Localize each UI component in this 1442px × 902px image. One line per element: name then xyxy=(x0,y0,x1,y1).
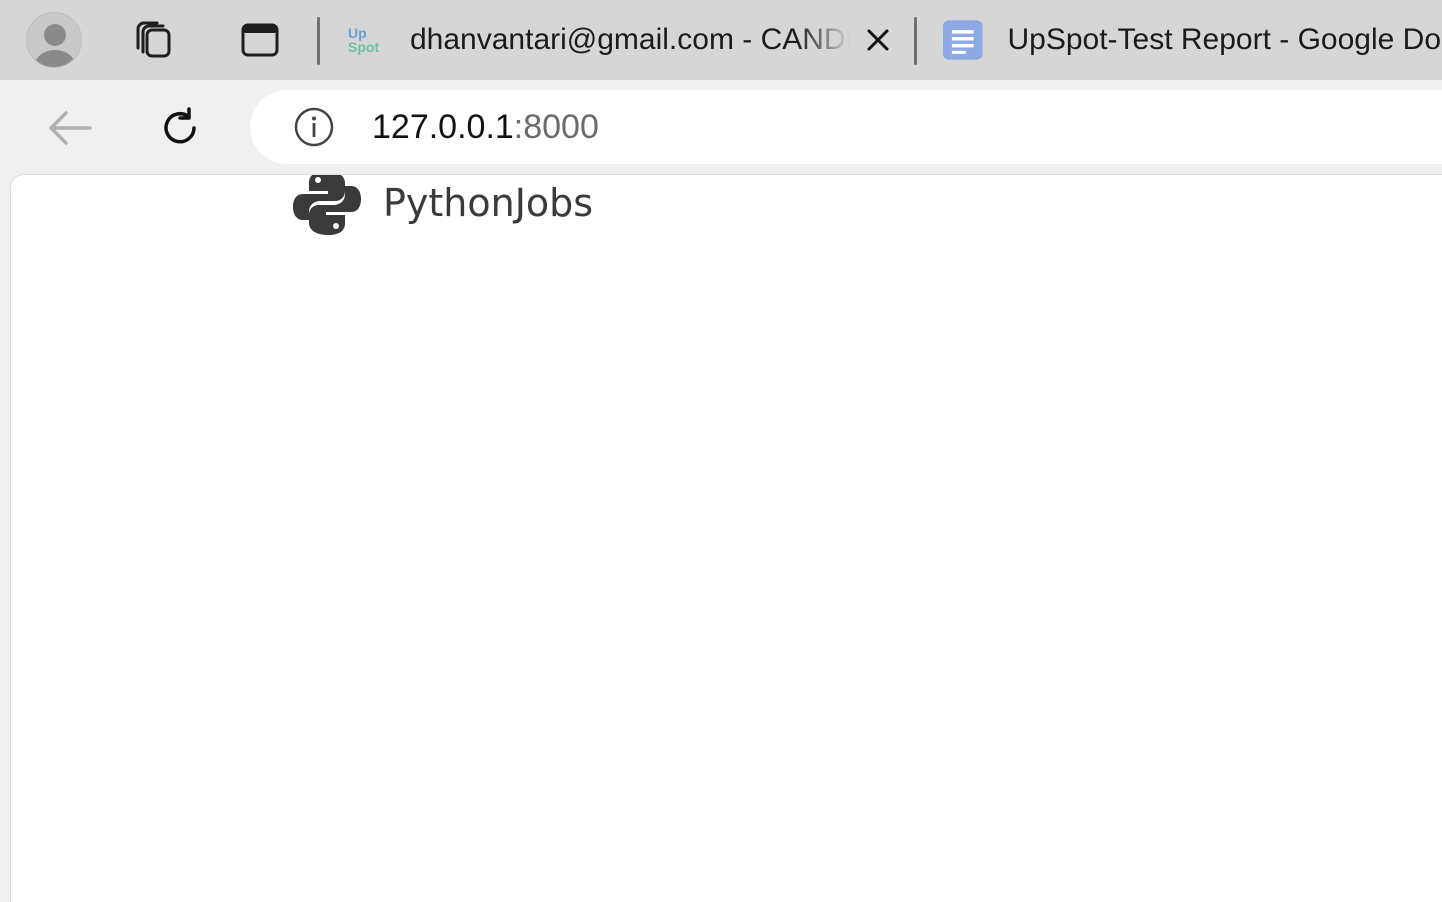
address-bar[interactable]: 127.0.0.1:8000 xyxy=(250,90,1442,164)
browser-window: Up Spot dhanvantari@gmail.com - CANDIDAT… xyxy=(0,0,1442,902)
tab-actions-button[interactable] xyxy=(234,14,286,66)
url-port: :8000 xyxy=(513,107,599,146)
favicon-text-spot: Spot xyxy=(348,39,380,55)
tab-strip: Up Spot dhanvantari@gmail.com - CANDIDAT… xyxy=(0,0,1442,80)
navbar-brand[interactable]: PythonJobs xyxy=(291,175,594,239)
tab-google-docs-report[interactable]: UpSpot-Test Report - Google Docs xyxy=(930,8,1442,72)
back-arrow-icon xyxy=(49,111,92,145)
back-button[interactable] xyxy=(40,98,100,158)
close-icon xyxy=(867,29,889,51)
python-logo-icon xyxy=(293,175,361,235)
profile-icon xyxy=(35,24,75,67)
tab-title: dhanvantari@gmail.com - CANDIDATE xyxy=(410,23,850,56)
collections-icon xyxy=(136,21,171,58)
url-host: 127.0.0.1 xyxy=(372,107,514,146)
brand-name: PythonJobs xyxy=(383,181,594,225)
tab-divider xyxy=(317,17,320,65)
browser-toolbar: 127.0.0.1:8000 xyxy=(0,80,1442,174)
reload-button[interactable] xyxy=(150,98,210,158)
profile-avatar[interactable] xyxy=(26,12,82,68)
vertical-tabs-icon xyxy=(241,23,279,57)
site-info-icon[interactable] xyxy=(292,105,336,149)
upspot-favicon-icon: Up Spot xyxy=(342,16,390,64)
url-text[interactable]: 127.0.0.1:8000 xyxy=(372,108,599,147)
tab-upspot-candidate[interactable]: Up Spot dhanvantari@gmail.com - CANDIDAT… xyxy=(338,8,910,72)
reload-icon xyxy=(164,107,196,144)
collections-button[interactable] xyxy=(129,14,181,66)
tab-divider xyxy=(914,17,917,65)
tab-title: UpSpot-Test Report - Google Docs xyxy=(1007,23,1442,56)
google-docs-icon xyxy=(942,20,983,60)
page-content: PythonJobs xyxy=(10,174,1442,902)
tab-close-button[interactable] xyxy=(860,22,896,58)
favicon-text-up: Up xyxy=(348,25,367,41)
